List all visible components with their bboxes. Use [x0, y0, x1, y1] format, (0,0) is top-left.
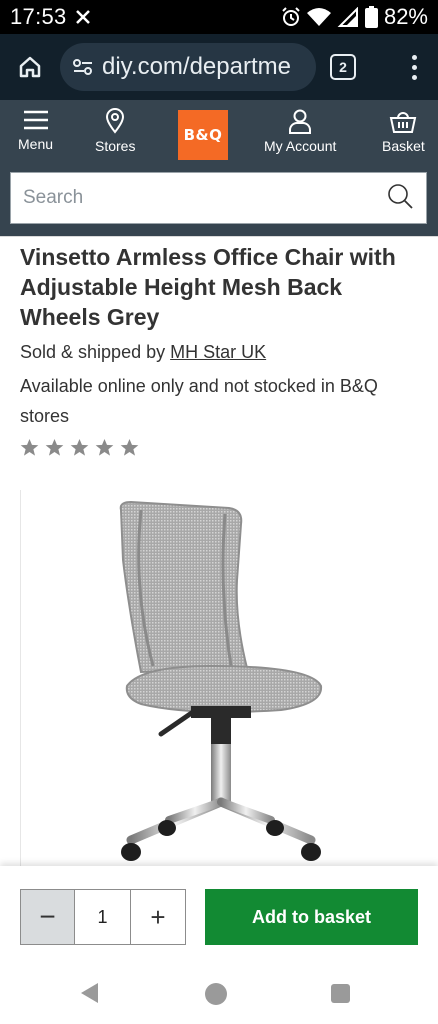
nav-my-account[interactable]: My Account [264, 108, 336, 154]
quantity-stepper: − 1 + [20, 889, 186, 945]
site-settings-icon[interactable] [72, 58, 94, 76]
battery-percent: 82% [383, 4, 428, 29]
add-to-basket-button[interactable]: Add to basket [205, 889, 418, 945]
dot-icon [411, 74, 417, 80]
nav-menu[interactable]: Menu [18, 108, 53, 152]
signal-icon [337, 7, 358, 27]
nav-basket[interactable]: Basket [382, 108, 425, 154]
search-placeholder: Search [23, 187, 84, 208]
search-icon [388, 183, 413, 209]
hamburger-icon [23, 110, 48, 130]
address-bar[interactable]: diy.com/departme [60, 43, 316, 91]
star-icon [20, 438, 39, 456]
nav-menu-label: Menu [18, 136, 54, 152]
star-icon [95, 438, 114, 456]
dot-icon [411, 54, 417, 60]
home-icon [19, 56, 41, 78]
nav-stores-label: Stores [95, 138, 136, 154]
search-button[interactable] [386, 182, 414, 215]
missed-call-icon [75, 10, 90, 24]
status-bar: 17:53 82% [0, 0, 438, 34]
browser-home-button[interactable] [8, 45, 52, 89]
product-image[interactable] [20, 490, 438, 868]
star-icon [120, 438, 139, 456]
recent-apps-icon[interactable] [331, 984, 350, 1003]
product-title: Vinsetto Armless Office Chair with Adjus… [20, 244, 396, 330]
sold-by-prefix: Sold & shipped by [20, 342, 166, 362]
star-icon [70, 438, 89, 456]
android-nav-bar [0, 962, 438, 1024]
tab-switcher-button[interactable]: 2 [330, 54, 356, 80]
star-icon [45, 438, 64, 456]
wifi-icon [306, 8, 331, 26]
home-nav-icon[interactable] [205, 983, 227, 1005]
user-icon [289, 109, 312, 134]
nav-basket-label: Basket [382, 138, 425, 154]
seller-link[interactable]: MH Star UK [170, 342, 266, 362]
status-time: 17:53 [10, 4, 67, 29]
decrease-quantity-button[interactable]: − [21, 890, 75, 944]
browser-toolbar: diy.com/departme 2 [0, 34, 438, 100]
rating-stars[interactable] [20, 438, 139, 457]
basket-icon [390, 112, 417, 133]
site-header: Menu Stores B&Q My Account Basket Search [0, 100, 438, 236]
office-chair-image [119, 500, 323, 865]
availability-text: Available online only and not stocked in… [20, 376, 378, 426]
nav-my-account-label: My Account [264, 138, 337, 154]
nav-stores[interactable]: Stores [95, 108, 135, 154]
battery-icon [364, 6, 378, 28]
back-icon[interactable] [80, 982, 100, 1004]
header-nav: Menu Stores B&Q My Account Basket [0, 100, 438, 168]
alarm-icon [282, 7, 300, 26]
increase-quantity-button[interactable]: + [131, 890, 185, 944]
search-input[interactable]: Search [10, 172, 427, 224]
dot-icon [411, 64, 417, 70]
divider [0, 236, 438, 237]
url-text: diy.com/departme [102, 53, 291, 80]
sold-by: Sold & shipped by MH Star UK [20, 342, 266, 363]
add-to-basket-bar: − 1 + Add to basket [0, 866, 438, 962]
location-pin-icon [106, 108, 125, 134]
browser-menu-button[interactable] [404, 47, 424, 87]
quantity-input[interactable]: 1 [75, 890, 131, 944]
bq-logo[interactable]: B&Q [178, 110, 228, 160]
